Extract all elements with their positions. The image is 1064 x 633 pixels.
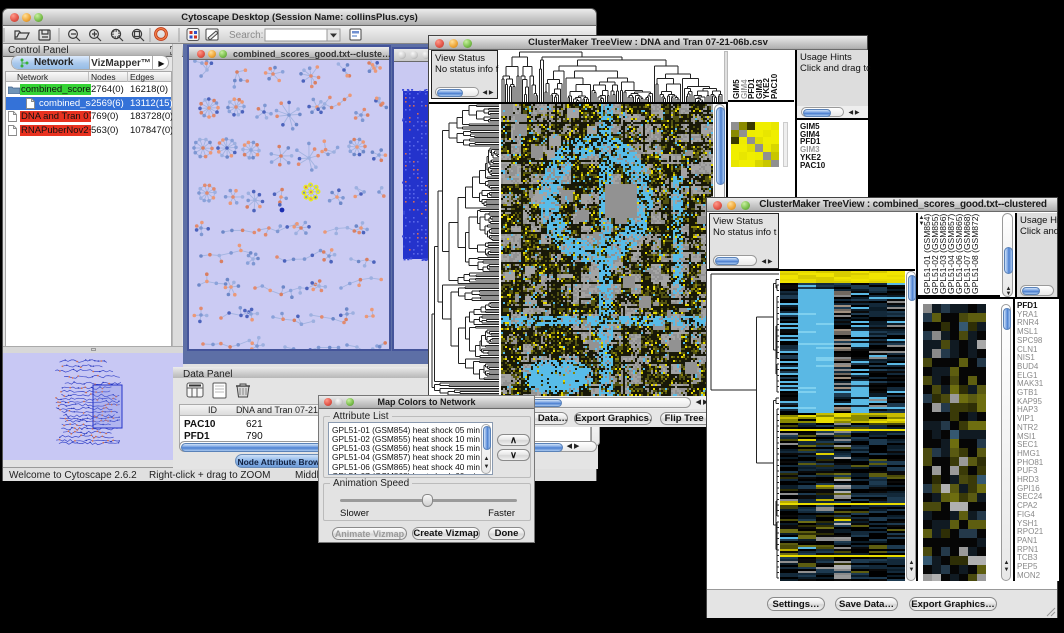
- svg-text:Search:: Search:: [229, 30, 263, 41]
